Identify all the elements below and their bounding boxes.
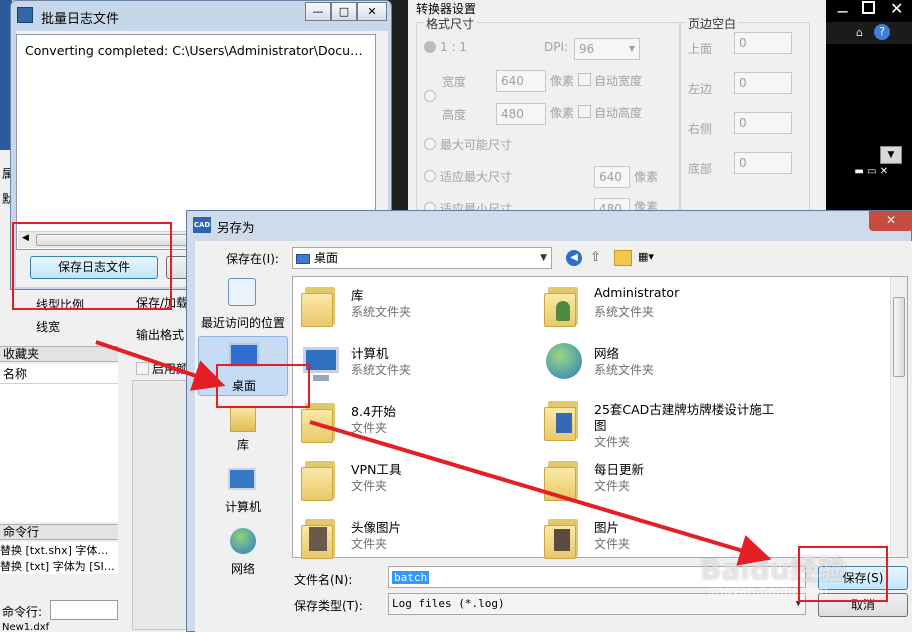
arrow-to-desktop [95,340,226,391]
arrow-to-save [309,420,772,566]
annotation-arrows [95,340,772,566]
